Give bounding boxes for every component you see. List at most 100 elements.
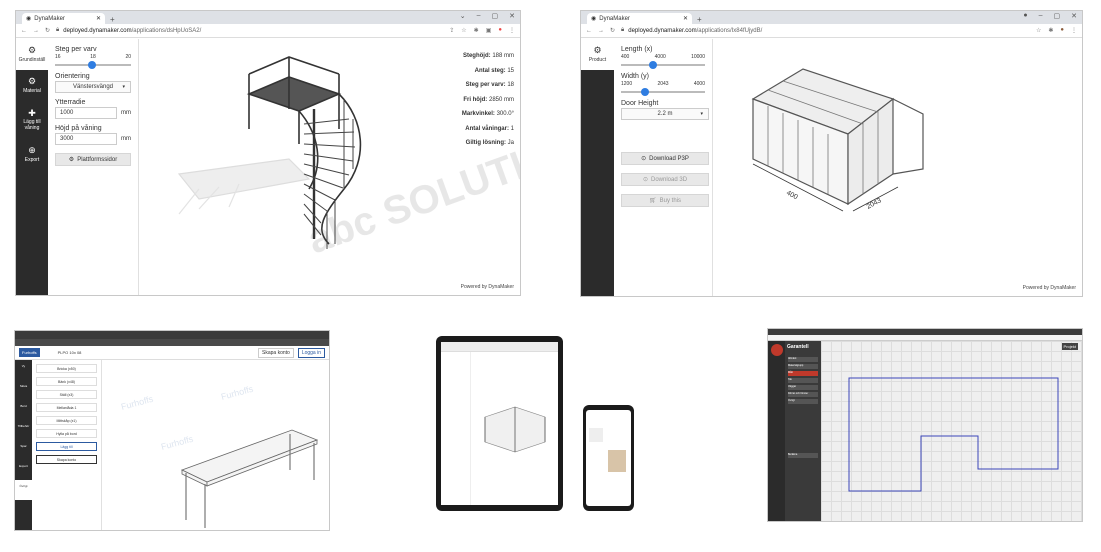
stat-row: Steg per varv: 18: [465, 82, 514, 88]
garantell-app-window: Garantell Allmänt Materialgrupp Mått Tak…: [767, 328, 1083, 522]
option-button[interactable]: Mittskåp (x1): [36, 416, 97, 425]
steps-per-turn-slider[interactable]: [55, 61, 131, 69]
nav-item-grundinstall[interactable]: ⚙ Grundinställ: [16, 39, 48, 70]
create-account-action[interactable]: Skapa konto: [36, 455, 97, 464]
address-bar[interactable]: [15, 339, 329, 346]
menu-item[interactable]: Tak: [788, 378, 818, 383]
orientation-select[interactable]: Vänstersvängd ▾: [55, 81, 131, 93]
table-3d-viewport[interactable]: Furhoffs Furhoffs Furhoffs Furhoffs: [102, 360, 329, 530]
nav-item-product[interactable]: ⚙ Product: [581, 39, 614, 70]
share-icon[interactable]: ⇪: [449, 27, 454, 34]
download-3d-button[interactable]: ⊙ Download 3D: [621, 173, 709, 186]
nav-item-export[interactable]: ⊕ Export: [16, 139, 48, 170]
greenhouse-model: 400 2043: [751, 68, 924, 212]
forward-icon[interactable]: →: [598, 28, 604, 34]
address-bar[interactable]: ← → ↻ 🔒︎ deployed.dynamaker.com/applicat…: [16, 24, 520, 38]
option-button[interactable]: Hylla på bord: [36, 429, 97, 438]
menu-item[interactable]: Dörrar och fönster: [788, 392, 818, 397]
length-slider[interactable]: [621, 61, 705, 69]
maximize-icon[interactable]: ▢: [492, 12, 499, 20]
orientation-label: Orientering: [55, 73, 90, 80]
record-icon[interactable]: ●: [1023, 12, 1027, 20]
menu-item[interactable]: Övrigt: [788, 399, 818, 404]
login-button[interactable]: Logga in: [297, 347, 325, 358]
menu-item[interactable]: Materialgrupp: [788, 364, 818, 369]
star-icon[interactable]: ☆: [1036, 27, 1041, 34]
maximize-icon[interactable]: ▢: [1054, 12, 1061, 20]
option-button[interactable]: Bänk (x48): [36, 377, 97, 386]
close-tab-icon[interactable]: ✕: [96, 15, 101, 22]
url-path: /applications/dsHpUoSA2/: [131, 27, 202, 34]
option-button[interactable]: Bricka (x50): [36, 364, 97, 373]
add-button[interactable]: Lägg till: [36, 442, 97, 451]
export-icon: ⊕: [28, 144, 36, 155]
minimize-icon[interactable]: –: [1039, 12, 1043, 20]
gear-icon: ⚙: [27, 44, 37, 55]
nav-item[interactable]: Bord: [15, 400, 32, 420]
brand-logo: [770, 344, 783, 356]
svg-text:Furhoffs: Furhoffs: [120, 394, 155, 412]
profile-icon[interactable]: ●: [498, 27, 502, 34]
back-icon[interactable]: ←: [21, 28, 27, 34]
minimize-icon[interactable]: –: [477, 12, 481, 20]
extension-icon[interactable]: ✱: [474, 27, 479, 34]
new-tab-icon[interactable]: +: [110, 15, 115, 24]
slider-handle[interactable]: [649, 61, 657, 69]
close-tab-icon[interactable]: ✕: [683, 15, 688, 22]
steps-per-turn-label: Steg per varv: [55, 46, 97, 53]
nav-item-material[interactable]: ⚙ Material: [16, 70, 48, 101]
sidebar-icon[interactable]: ▣: [486, 27, 492, 34]
close-window-icon[interactable]: ✕: [509, 12, 515, 20]
floor-plan-canvas[interactable]: Projekt: [821, 341, 1082, 521]
project-button[interactable]: Projekt: [1061, 343, 1078, 350]
close-window-icon[interactable]: ✕: [1071, 12, 1077, 20]
cart-icon: 🛒︎: [649, 198, 657, 204]
menu-icon[interactable]: ⋮: [1071, 27, 1077, 34]
nav-item-add-floor[interactable]: ✚ Lägg till våning: [16, 101, 48, 139]
option-button[interactable]: Mellanlåda 1: [36, 403, 97, 412]
menu-item[interactable]: Väggar: [788, 385, 818, 390]
door-height-select[interactable]: 2.2 m ▾: [621, 108, 709, 120]
address-bar: [441, 342, 558, 352]
menu-item-active[interactable]: Mått: [788, 371, 818, 376]
buy-button[interactable]: 🛒︎ Buy this: [621, 194, 709, 207]
lock-icon: 🔒︎: [621, 27, 625, 33]
outer-radius-label: Ytterradie: [55, 99, 86, 106]
floor-height-input[interactable]: 3000: [55, 133, 117, 145]
option-button[interactable]: Ställ (x3): [36, 390, 97, 399]
reload-icon[interactable]: ↻: [45, 27, 50, 34]
nav-item[interactable]: Spar: [15, 440, 32, 460]
svg-text:Furhoffs: Furhoffs: [220, 384, 255, 402]
extension-icon[interactable]: ✱: [1048, 27, 1053, 34]
menu-item[interactable]: Allmänt: [788, 357, 818, 362]
download-p3p-button[interactable]: ⊙ Download P3P: [621, 152, 709, 165]
nav-item[interactable]: Tillbehör: [15, 420, 32, 440]
greenhouse-3d-viewport[interactable]: 400 2043 Powered by DynaMaker: [713, 39, 1082, 296]
new-tab-icon[interactable]: +: [697, 15, 702, 24]
profile-icon[interactable]: ●: [1060, 27, 1064, 34]
reload-icon[interactable]: ↻: [610, 27, 615, 34]
slider-handle[interactable]: [88, 61, 96, 69]
address-bar[interactable]: ← → ↻ 🔒︎ deployed.dynamaker.com/applicat…: [581, 24, 1082, 38]
stat-row: Antal våningar: 1: [465, 125, 514, 132]
width-slider[interactable]: [621, 88, 705, 96]
slider-handle[interactable]: [641, 88, 649, 96]
nav-item-active[interactable]: Övrigt: [15, 480, 32, 500]
nav-item[interactable]: Vy: [15, 360, 32, 380]
browser-tab[interactable]: ◉ DynaMaker ✕: [22, 13, 105, 24]
greenhouse-app-window: ◉ DynaMaker ✕ + ● – ▢ ✕ ← → ↻ 🔒︎ deploye…: [580, 10, 1083, 297]
star-icon[interactable]: ☆: [461, 27, 466, 34]
stair-3d-viewport[interactable]: abc SOLUTIONS Steghöjd: 188 mm Antal ste…: [139, 39, 520, 295]
browser-tab[interactable]: ◉ DynaMaker ✕: [587, 13, 692, 24]
chevron-down-icon[interactable]: ⌄: [460, 12, 466, 20]
create-account-button[interactable]: Skapa konto: [258, 347, 294, 358]
calculate-button[interactable]: Beräkna: [788, 453, 818, 458]
nav-item[interactable]: Export: [15, 460, 32, 480]
platform-sides-button[interactable]: ⚙ Plattformssidor: [55, 153, 131, 166]
outer-radius-input[interactable]: 1000: [55, 107, 117, 119]
forward-icon[interactable]: →: [33, 28, 39, 34]
nav-item[interactable]: Skiva: [15, 380, 32, 400]
floor-plan-outline: [848, 377, 1059, 492]
menu-icon[interactable]: ⋮: [509, 27, 515, 34]
back-icon[interactable]: ←: [586, 28, 592, 34]
